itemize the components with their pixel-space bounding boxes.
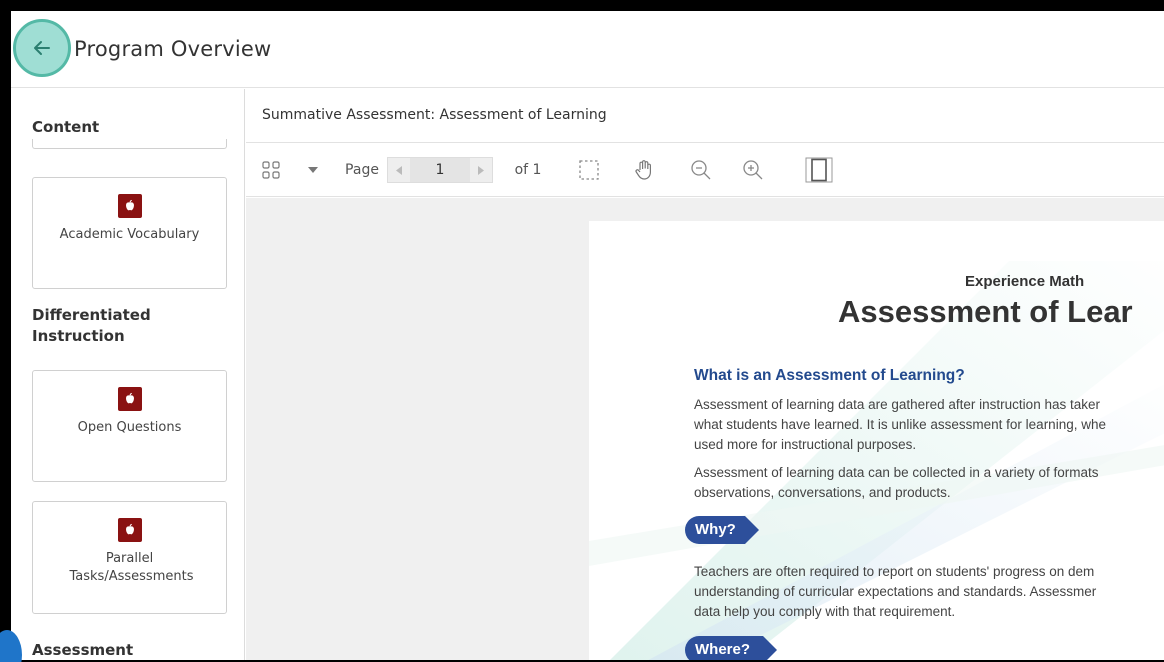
prev-page-button[interactable] [388,158,410,182]
marquee-select-button[interactable] [576,156,602,184]
card-label: Academic Vocabulary [59,227,200,242]
app-window: Program Overview Content Academic Vocabu… [11,11,1164,660]
zoom-out-button[interactable] [688,156,714,184]
page-count-wrap: of 1 [508,156,548,184]
pdf-paragraph-line: Assessment of learning data are gathered… [694,397,1100,412]
next-page-button[interactable] [470,158,492,182]
view-mode-dropdown[interactable] [306,156,320,184]
apple-icon [117,194,142,218]
pdf-paragraph-line: Teachers are often required to report on… [694,564,1095,579]
pdf-paragraph-line: data help you comply with that requireme… [694,604,956,619]
card-academic-vocabulary[interactable]: Academic Vocabulary [32,177,227,289]
caret-down-icon [308,167,318,173]
card-label: Parallel Tasks/Assessments [69,551,194,584]
zoom-out-icon [691,160,711,180]
pdf-question-heading: What is an Assessment of Learning? [694,367,965,384]
sidebar-heading-assessment: Assessment [32,641,134,659]
pan-button[interactable] [630,156,658,184]
card-previous-partial[interactable] [32,139,227,149]
apple-icon [117,518,142,542]
app-header: Program Overview [11,11,1164,88]
page-icon [805,157,833,183]
card-label: Open Questions [77,420,182,435]
back-button[interactable] [13,19,71,77]
why-tag: Why? [685,516,759,544]
sidebar-heading-content: Content [32,118,100,136]
page-navigator: 1 [387,157,493,183]
pdf-kicker: Experience Math [965,273,1085,290]
pdf-paragraph-line: used more for instructional purposes. [694,437,917,452]
content-sidebar[interactable]: Content Academic Vocabulary Differentiat… [11,89,245,660]
apple-icon [117,387,142,411]
page-count: of 1 [514,162,542,178]
caret-left-icon [396,165,402,175]
page-label: Page [345,162,379,178]
hand-icon [635,160,651,180]
pdf-toolbar: Page of 1 [246,143,1164,197]
document-panel: Summative Assessment: Assessment of Lear… [246,89,1164,660]
selection-icon [579,160,599,180]
document-title-bar: Summative Assessment: Assessment of Lear… [246,89,1164,143]
zoom-in-icon [743,160,763,180]
pdf-paragraph-line: understanding of curricular expectations… [694,584,1097,599]
pdf-paragraph-line: Assessment of learning data can be colle… [694,465,1099,480]
page-title: Program Overview [74,37,272,61]
card-parallel-tasks[interactable]: Parallel Tasks/Assessments [32,501,227,614]
document-title: Summative Assessment: Assessment of Lear… [262,107,607,123]
page-label-wrap: Page [340,156,384,184]
grid-icon [262,161,280,179]
card-open-questions[interactable]: Open Questions [32,370,227,482]
pdf-viewer[interactable]: Experience Math Assessment of Lear What … [246,198,1164,660]
pdf-paragraph-line: what students have learned. It is unlike… [694,417,1106,432]
current-page-input[interactable]: 1 [410,158,470,182]
caret-right-icon [478,165,484,175]
where-tag: Where? [685,636,777,660]
pdf-paragraph-line: observations, conversations, and product… [694,485,951,500]
sidebar-heading-differentiated: Differentiated Instruction [32,306,151,345]
arrow-left-icon [34,41,50,55]
pdf-headline: Assessment of Lear [838,294,1133,329]
zoom-in-button[interactable] [740,156,766,184]
pdf-page: Experience Math Assessment of Lear What … [589,221,1164,660]
thumbnails-button[interactable] [260,156,282,184]
fit-page-button[interactable] [804,156,834,184]
